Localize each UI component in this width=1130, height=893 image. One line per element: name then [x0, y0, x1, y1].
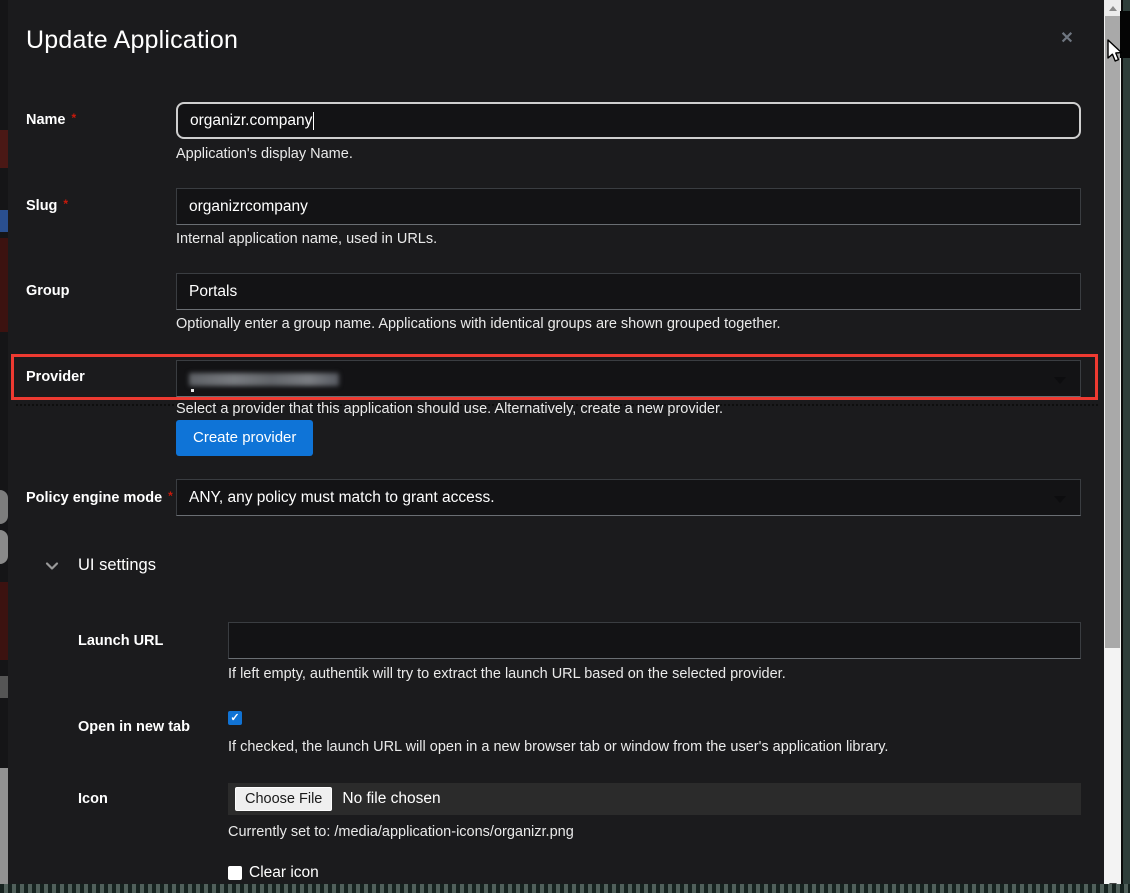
chevron-down-icon: [45, 559, 59, 573]
provider-help: Select a provider that this application …: [176, 401, 723, 417]
create-provider-button[interactable]: Create provider: [176, 420, 313, 456]
launch-url-help: If left empty, authentik will try to ext…: [228, 666, 786, 682]
icon-label: Icon: [78, 791, 108, 807]
mouse-cursor: [1107, 39, 1125, 65]
provider-redacted-dot: [191, 389, 194, 392]
page-behind-fragment: [0, 130, 8, 168]
page-behind-fragment: [0, 768, 8, 886]
choose-file-button[interactable]: Choose File: [235, 787, 332, 811]
group-help: Optionally enter a group name. Applicati…: [176, 316, 781, 332]
open-in-new-tab-help: If checked, the launch URL will open in …: [228, 739, 888, 755]
slug-help: Internal application name, used in URLs.: [176, 231, 437, 247]
update-application-modal: Update Application ✕ Name* organizr.comp…: [8, 0, 1104, 886]
policy-engine-mode-select[interactable]: ANY, any policy must match to grant acce…: [176, 479, 1081, 516]
slug-input[interactable]: organizrcompany: [176, 188, 1081, 225]
scrollbar[interactable]: [1104, 0, 1121, 893]
ui-settings-header[interactable]: UI settings: [45, 556, 156, 575]
page-behind-strip: [0, 0, 8, 893]
icon-file-input[interactable]: Choose File No file chosen: [228, 783, 1081, 815]
page-behind-fragment: [0, 582, 8, 660]
open-in-new-tab-checkbox[interactable]: ✓: [228, 711, 242, 725]
arrow-up-icon: [1109, 6, 1117, 11]
clear-icon-label: Clear icon: [249, 864, 319, 882]
modal-title: Update Application: [26, 26, 238, 55]
icon-current-note: Currently set to: /media/application-ico…: [228, 824, 574, 840]
name-input[interactable]: organizr.company: [176, 102, 1081, 139]
chevron-down-icon: [1054, 496, 1066, 503]
policy-engine-mode-label: Policy engine mode*: [26, 490, 173, 506]
page-behind-fragment: [0, 238, 8, 332]
launch-url-input[interactable]: [228, 622, 1081, 659]
scrollbar-thumb[interactable]: [1105, 16, 1120, 648]
name-help: Application's display Name.: [176, 146, 353, 162]
group-label: Group: [26, 283, 70, 299]
screen-right-edge: [1123, 0, 1130, 893]
page-behind-fragment: [0, 210, 8, 232]
close-icon[interactable]: ✕: [1056, 28, 1078, 50]
required-asterisk: *: [168, 489, 173, 503]
text-cursor: [313, 112, 314, 130]
provider-label: Provider: [26, 369, 85, 385]
name-label: Name*: [26, 112, 76, 128]
page-behind-fragment: [0, 490, 8, 524]
required-asterisk: *: [63, 197, 68, 211]
provider-redacted-value: [189, 373, 339, 386]
slug-label: Slug*: [26, 198, 68, 214]
clear-icon-checkbox[interactable]: [228, 866, 242, 880]
ui-settings-title: UI settings: [78, 556, 156, 575]
scroll-up-button[interactable]: [1104, 0, 1121, 16]
page-behind-fragment: [0, 530, 8, 564]
open-in-new-tab-label: Open in new tab: [78, 719, 190, 735]
launch-url-label: Launch URL: [78, 633, 163, 649]
chevron-down-icon: [1054, 377, 1066, 384]
provider-select[interactable]: [176, 360, 1081, 397]
screen-bottom-edge: [0, 884, 1130, 893]
required-asterisk: *: [72, 111, 77, 125]
file-status-text: No file chosen: [342, 790, 440, 808]
group-input[interactable]: Portals: [176, 273, 1081, 310]
page-behind-fragment: [0, 676, 8, 698]
